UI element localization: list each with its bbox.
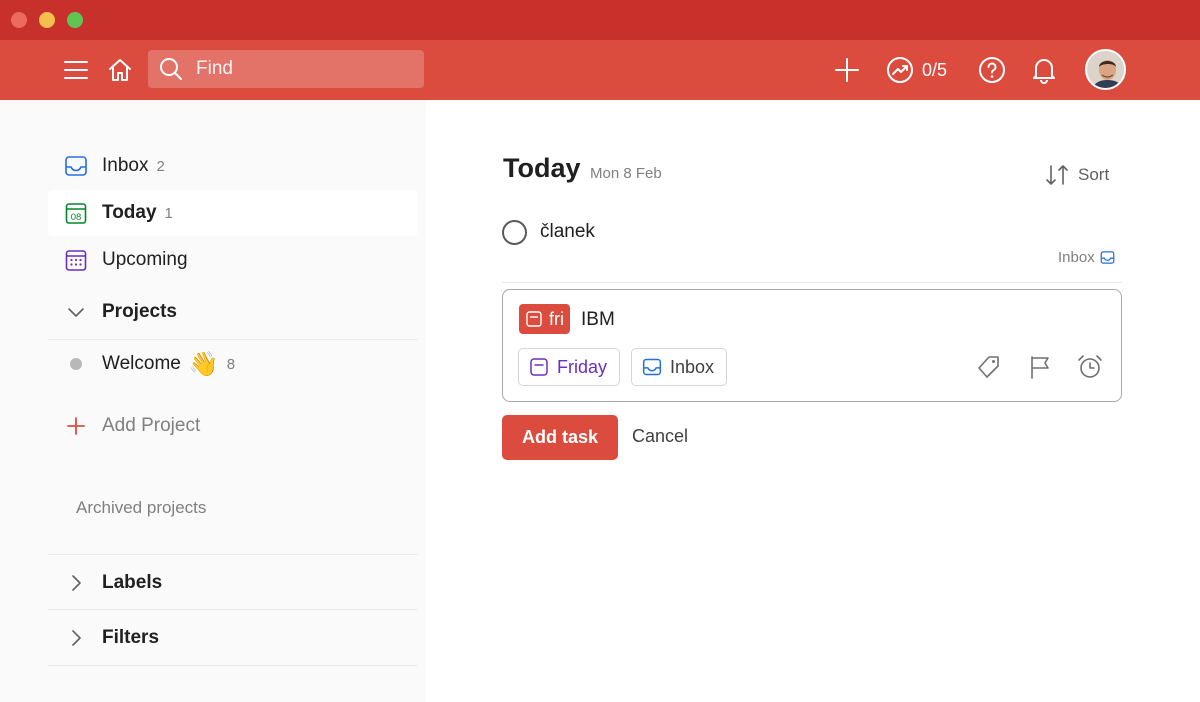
close-window-button[interactable] — [11, 12, 27, 28]
sort-button[interactable]: Sort — [1044, 160, 1109, 190]
window-titlebar — [0, 0, 1200, 40]
project-select-label: Inbox — [670, 356, 715, 377]
calendar-today-icon: 08 — [63, 200, 89, 226]
productivity-button[interactable]: 0/5 — [886, 40, 947, 100]
priority-button[interactable] — [1025, 352, 1055, 382]
home-icon — [109, 59, 131, 81]
inbox-icon — [1100, 251, 1115, 264]
menu-toggle-button[interactable] — [60, 40, 92, 100]
divider — [48, 609, 418, 610]
due-date-label: Friday — [557, 356, 608, 377]
filters-section-toggle[interactable]: Filters — [48, 615, 418, 661]
svg-text:08: 08 — [71, 212, 82, 223]
notifications-button[interactable] — [1028, 40, 1060, 100]
karma-progress: 0/5 — [922, 59, 948, 80]
divider — [502, 282, 1122, 283]
chevron-down-icon — [63, 299, 89, 325]
trend-up-icon — [887, 57, 913, 83]
bell-icon — [1033, 59, 1055, 84]
sidebar-item-label: Inbox — [102, 155, 149, 176]
flag-icon — [1031, 356, 1049, 379]
project-dot-icon — [63, 351, 89, 377]
archived-projects-link[interactable]: Archived projects — [76, 498, 206, 518]
projects-heading: Projects — [102, 301, 177, 322]
calendar-icon — [530, 358, 548, 376]
filters-heading: Filters — [102, 627, 160, 648]
quick-add-button[interactable] — [830, 40, 864, 100]
sidebar-item-inbox[interactable]: Inbox 2 — [48, 143, 418, 189]
plus-icon — [835, 58, 859, 82]
date-chip[interactable]: fri — [519, 304, 570, 334]
due-date-button[interactable]: Friday — [518, 348, 621, 386]
sort-icon — [1046, 165, 1068, 185]
top-bar: 0/5 — [0, 40, 1200, 100]
date-chip-label: fri — [549, 308, 564, 329]
sidebar-item-today[interactable]: 08 Today 1 — [48, 190, 418, 236]
calendar-icon — [526, 311, 542, 327]
sidebar-item-label: Welcome — [102, 353, 181, 374]
alarm-clock-icon — [1078, 355, 1102, 378]
task-item[interactable]: članek — [502, 216, 595, 248]
sidebar-item-upcoming[interactable]: Upcoming — [48, 237, 418, 283]
page-title: Today — [503, 153, 581, 183]
task-name-input[interactable]: IBM — [581, 309, 615, 331]
home-button[interactable] — [104, 40, 136, 100]
waving-hand-emoji: 👋 — [188, 350, 219, 378]
page-date: Mon 8 Feb — [590, 165, 662, 182]
add-project-label: Add Project — [102, 415, 201, 436]
chevron-right-icon — [63, 625, 89, 651]
sidebar-item-label: Upcoming — [102, 249, 188, 270]
zoom-window-button[interactable] — [67, 12, 83, 28]
labels-heading: Labels — [102, 572, 163, 593]
tag-icon — [978, 356, 999, 378]
plus-icon — [63, 413, 89, 439]
calendar-grid-icon — [63, 247, 89, 273]
task-project[interactable]: Inbox — [1058, 249, 1115, 266]
sidebar-item-label: Today — [102, 202, 157, 223]
sidebar-item-count: 8 — [226, 355, 236, 373]
chevron-right-icon — [63, 570, 89, 596]
cancel-button[interactable]: Cancel — [632, 426, 688, 447]
hamburger-icon — [64, 61, 88, 79]
labels-section-toggle[interactable]: Labels — [48, 560, 418, 606]
task-editor[interactable]: fri IBM Friday Inbox — [502, 289, 1122, 402]
task-checkbox[interactable] — [502, 219, 527, 245]
search-icon — [158, 56, 184, 82]
inbox-icon — [63, 153, 89, 179]
sidebar-item-welcome[interactable]: Welcome 👋 8 — [48, 341, 418, 387]
add-task-button[interactable]: Add task — [502, 415, 618, 460]
label-button[interactable] — [974, 352, 1004, 382]
add-project-button[interactable]: Add Project — [48, 403, 418, 449]
sidebar-item-count: 1 — [164, 204, 173, 222]
divider — [48, 339, 418, 340]
reminder-button[interactable] — [1075, 352, 1105, 382]
divider — [48, 665, 418, 666]
projects-section-toggle[interactable]: Projects — [48, 289, 418, 335]
inbox-icon — [642, 358, 662, 376]
project-select-button[interactable]: Inbox — [631, 348, 728, 386]
user-avatar[interactable] — [1085, 49, 1126, 90]
task-title: članek — [540, 221, 595, 242]
task-project-label: Inbox — [1058, 249, 1095, 266]
sort-label: Sort — [1078, 165, 1110, 184]
help-icon — [979, 57, 1005, 83]
sidebar-item-count: 2 — [156, 157, 165, 175]
divider — [48, 554, 418, 555]
help-button[interactable] — [976, 40, 1008, 100]
search-input[interactable] — [196, 58, 396, 80]
minimize-window-button[interactable] — [39, 12, 55, 28]
search-box[interactable] — [148, 50, 424, 88]
